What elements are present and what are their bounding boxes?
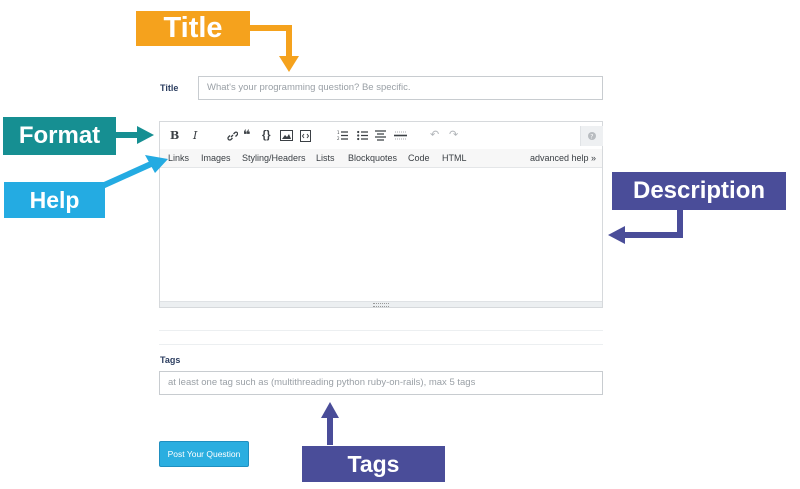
annotation-tags: Tags <box>302 446 445 482</box>
description-arrow <box>623 210 683 238</box>
annotation-arrows <box>98 25 683 445</box>
annotation-title: Title <box>136 11 250 46</box>
title-arrowhead <box>279 56 299 72</box>
description-arrowhead <box>608 226 625 244</box>
annotation-format: Format <box>3 117 116 155</box>
tags-arrowhead <box>321 402 339 418</box>
format-arrowhead <box>137 126 154 144</box>
help-arrow <box>98 161 153 190</box>
title-arrow <box>249 25 292 60</box>
annotation-help: Help <box>4 182 105 218</box>
annotation-description: Description <box>612 172 786 210</box>
